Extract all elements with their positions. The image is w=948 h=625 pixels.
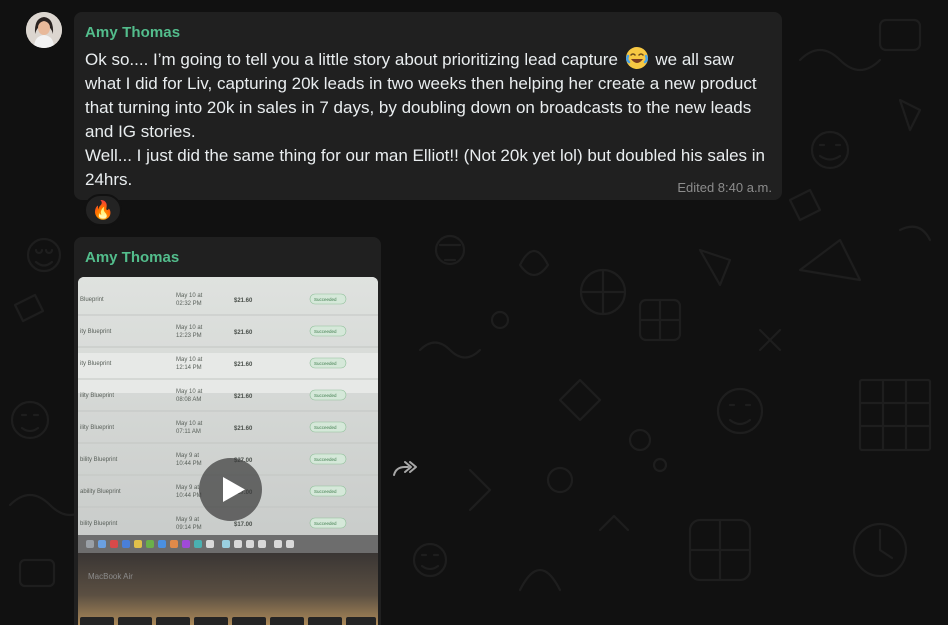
forward-button[interactable] xyxy=(391,458,419,480)
video-row-name: ity Blueprint xyxy=(80,361,112,367)
message-text: Ok so.... I’m going to tell you a little… xyxy=(85,47,770,192)
fire-emoji: 🔥 xyxy=(91,200,115,220)
laptop-label: MacBook Air xyxy=(88,572,133,581)
video-row-name: bility Blueprint xyxy=(80,457,118,463)
video-row-name: ity Blueprint xyxy=(80,329,112,335)
video-row-status: Succeeded xyxy=(314,489,337,494)
video-row-status: Succeeded xyxy=(314,329,337,334)
play-icon xyxy=(223,477,245,502)
video-row-name: ility Blueprint xyxy=(80,393,114,399)
video-row-date: May 9 at xyxy=(176,517,199,523)
video-row-time: 09:14 PM xyxy=(176,525,202,531)
video-row-date: May 10 at xyxy=(176,357,203,363)
video-row-date: May 10 at xyxy=(176,293,203,299)
video-row-status: Succeeded xyxy=(314,457,337,462)
video-row-amount: $21.60 xyxy=(234,362,253,368)
video-row-date: May 9 at xyxy=(176,453,199,459)
play-button[interactable] xyxy=(199,458,262,521)
video-row-status: Succeeded xyxy=(314,297,337,302)
video-row-amount: $21.60 xyxy=(234,426,253,432)
avatar-photo xyxy=(26,12,62,48)
video-row-name: ability Blueprint xyxy=(80,489,121,495)
video-row-date: May 10 at xyxy=(176,325,203,331)
avatar[interactable] xyxy=(26,12,62,48)
video-row-date: May 9 at xyxy=(176,485,199,491)
media-message-bubble[interactable]: Amy Thomas Blueprint May 10 at 02:32 PM … xyxy=(74,237,381,625)
message-bubble[interactable]: Amy Thomas Ok so.... I’m going to tell y… xyxy=(74,12,782,200)
message-text-part-2: we all saw what I did for Liv, capturing… xyxy=(85,50,766,189)
video-row-status: Succeeded xyxy=(314,425,337,430)
video-row-time: 07:11 AM xyxy=(176,429,201,435)
video-row-time: 02:32 PM xyxy=(176,301,202,307)
video-row-name: Blueprint xyxy=(80,297,104,303)
media-sender-name[interactable]: Amy Thomas xyxy=(85,249,179,266)
video-thumbnail[interactable]: Blueprint May 10 at 02:32 PM $21.60 Succeede… xyxy=(78,277,378,625)
video-row-amount: $21.60 xyxy=(234,394,253,400)
video-row-name: ility Blueprint xyxy=(80,425,114,431)
video-row-time: 08:08 AM xyxy=(176,397,201,403)
video-row-time: 12:23 PM xyxy=(176,333,202,339)
video-row-time: 12:14 PM xyxy=(176,365,202,371)
video-row-status: Succeeded xyxy=(314,393,337,398)
video-frame: Blueprint May 10 at 02:32 PM $21.60 Succeede… xyxy=(78,277,378,625)
forward-icon xyxy=(393,461,417,476)
video-row-amount: $17.00 xyxy=(234,522,253,528)
video-row-status: Succeeded xyxy=(314,521,337,526)
message-edited-time: Edited 8:40 a.m. xyxy=(677,180,772,195)
video-row-date: May 10 at xyxy=(176,421,203,427)
message-text-part-1: Ok so.... I’m going to tell you a little… xyxy=(85,50,618,69)
video-row-amount: $21.60 xyxy=(234,298,253,304)
face-with-tears-of-joy-icon xyxy=(625,47,648,69)
chat-area: Amy Thomas Ok so.... I’m going to tell y… xyxy=(0,0,948,625)
video-row-time: 10:44 PM xyxy=(176,461,202,467)
video-row-amount: $21.60 xyxy=(234,330,253,336)
video-row-date: May 10 at xyxy=(176,389,203,395)
video-row-time: 10:44 PM xyxy=(176,493,202,499)
video-row-status: Succeeded xyxy=(314,361,337,366)
video-row-name: bility Blueprint xyxy=(80,521,118,527)
reaction-fire[interactable]: 🔥 xyxy=(84,194,122,226)
sender-name[interactable]: Amy Thomas xyxy=(85,24,770,42)
